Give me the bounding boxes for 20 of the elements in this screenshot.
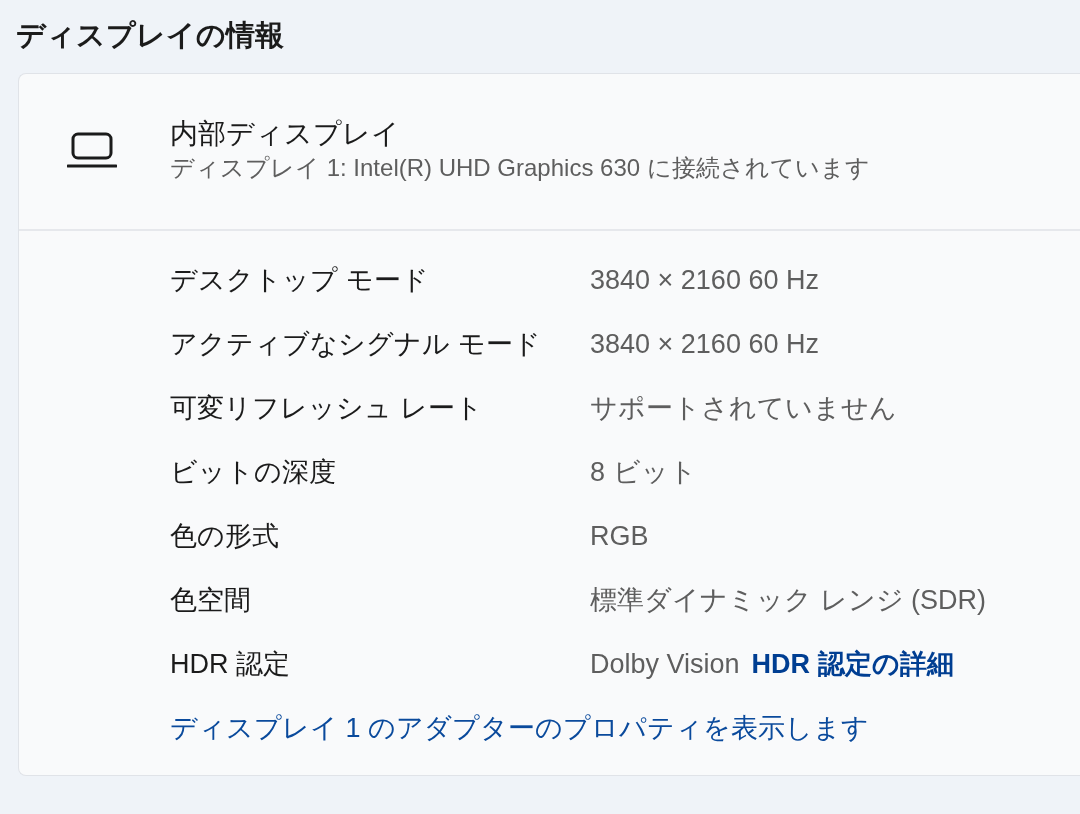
adapter-properties-link[interactable]: ディスプレイ 1 のアダプターのプロパティを表示します: [170, 708, 870, 749]
property-value: 8 ビット: [590, 456, 697, 490]
display-description: ディスプレイ 1: Intel(R) UHD Graphics 630 に接続されています: [170, 153, 870, 184]
property-label: 色空間: [170, 584, 252, 618]
details-link[interactable]: HDR 認定の詳細: [751, 644, 954, 685]
property-value: Dolby Vision: [590, 648, 740, 682]
property-value: サポートされていません: [590, 392, 897, 426]
section-title: ディスプレイの情報: [16, 18, 284, 53]
laptop-icon: [67, 132, 117, 169]
property-value: 標準ダイナミック レンジ (SDR): [590, 584, 986, 618]
property-label: 色の形式: [170, 520, 280, 554]
property-value: RGB: [590, 520, 649, 554]
property-value: 3840 × 2160 60 Hz: [590, 328, 819, 362]
display-name: 内部ディスプレイ: [170, 116, 401, 151]
property-label: ビットの深度: [170, 456, 337, 490]
property-label: アクティブなシグナル モード: [170, 328, 542, 362]
property-label: HDR 認定: [170, 648, 291, 682]
property-value: 3840 × 2160 60 Hz: [590, 264, 819, 298]
property-label: デスクトップ モード: [170, 264, 430, 298]
property-label: 可変リフレッシュ レート: [170, 392, 484, 426]
